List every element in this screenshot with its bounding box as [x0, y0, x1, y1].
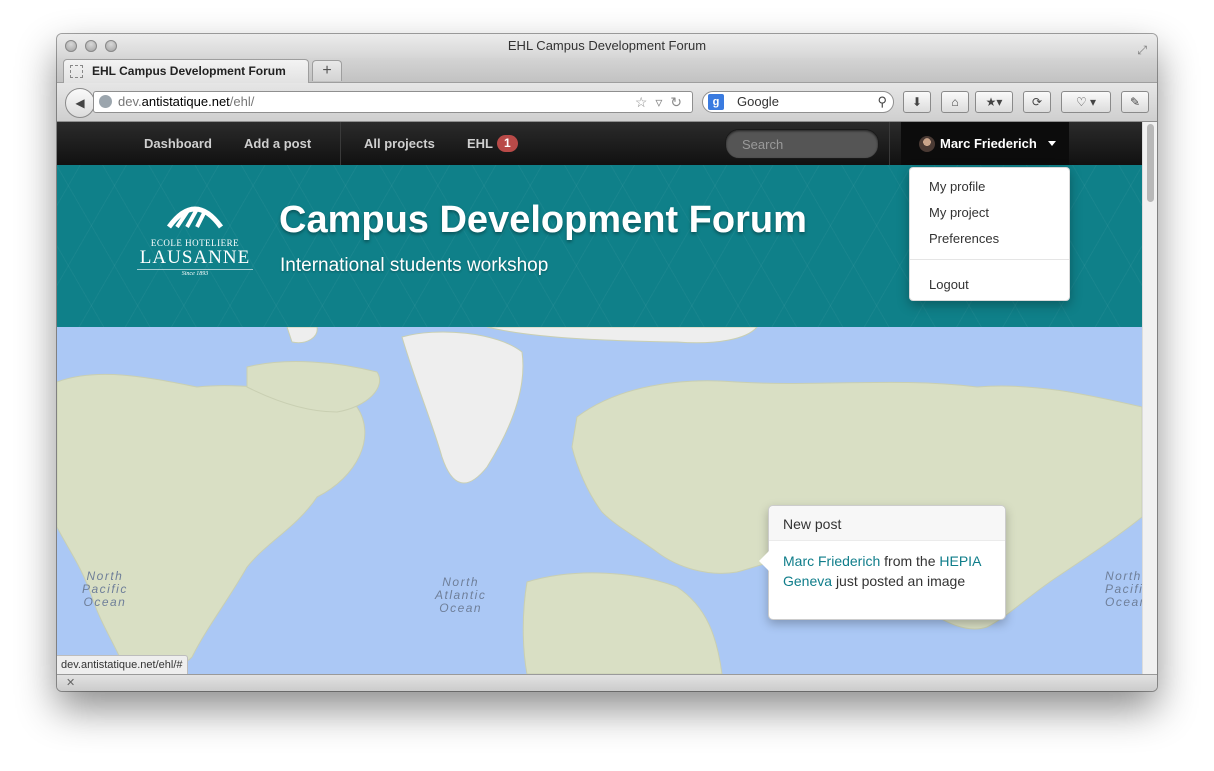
- title-bar: EHL Campus Development Forum ⤢: [57, 34, 1157, 58]
- browser-toolbar: ◀ dev.antistatique.net/ehl/ ☆ ▿ ↻ g Goog…: [57, 83, 1157, 122]
- user-dropdown-menu: My profile My project Preferences Logout: [909, 167, 1070, 301]
- site-navbar: Dashboard Add a post All projects EHL 1 …: [57, 122, 1142, 165]
- scrollbar-thumb[interactable]: [1147, 124, 1154, 202]
- sync-icon[interactable]: ⟳: [1023, 91, 1051, 113]
- web-page: ECOLE HOTELIERE LAUSANNE Since 1893 Camp…: [57, 122, 1142, 674]
- page-subtitle: International students workshop: [280, 255, 549, 276]
- ocean-label-north-pacific-east: NorthPacificOcean: [1105, 569, 1142, 609]
- nav-add-post[interactable]: Add a post: [244, 122, 311, 165]
- nav-divider: [340, 122, 341, 165]
- ehl-logo[interactable]: ECOLE HOTELIERE LAUSANNE Since 1893: [137, 199, 253, 277]
- new-tab-button[interactable]: +: [312, 60, 342, 81]
- menu-item-my-project[interactable]: My project: [929, 205, 989, 220]
- browser-window: EHL Campus Development Forum ⤢ EHL Campu…: [57, 34, 1157, 691]
- browser-status-bar: ✕: [57, 674, 1157, 691]
- url-text: dev.antistatique.net/ehl/: [118, 94, 255, 109]
- nav-ehl[interactable]: EHL: [467, 122, 493, 165]
- nav-dashboard[interactable]: Dashboard: [144, 122, 212, 165]
- google-icon[interactable]: g: [708, 94, 724, 110]
- site-search: [725, 129, 879, 159]
- ocean-label-north-pacific-west: North Pacific Ocean: [82, 569, 128, 609]
- nav-divider: [889, 122, 890, 165]
- page-title: Campus Development Forum: [279, 199, 807, 241]
- status-url-tooltip: dev.antistatique.net/ehl/#: [57, 655, 188, 674]
- window-title: EHL Campus Development Forum: [507, 38, 707, 53]
- url-bar[interactable]: dev.antistatique.net/ehl/ ☆ ▿ ↻: [93, 91, 693, 113]
- menu-item-my-profile[interactable]: My profile: [929, 179, 985, 194]
- close-addon-bar-icon[interactable]: ✕: [66, 676, 75, 689]
- logo-since-text: Since 1893: [137, 269, 253, 277]
- map-land-shapes: [57, 326, 1142, 674]
- world-map[interactable]: North Pacific Ocean North Atlantic Ocean Nor…: [57, 326, 1142, 674]
- search-icon[interactable]: ⚲: [877, 92, 887, 112]
- logo-arches-icon: [166, 206, 224, 229]
- downloads-icon[interactable]: ⬇: [903, 91, 931, 113]
- bookmark-star-icon[interactable]: ☆ ▿ ↻: [635, 92, 684, 112]
- pocket-icon[interactable]: ♡ ▾: [1061, 91, 1111, 113]
- home-icon[interactable]: ⌂: [941, 91, 969, 113]
- ocean-label-north-atlantic: North Atlantic Ocean: [435, 575, 487, 615]
- wrench-icon[interactable]: ✎: [1121, 91, 1149, 113]
- tab-campus-forum[interactable]: EHL Campus Development Forum: [63, 59, 309, 83]
- minimize-window-button[interactable]: [85, 40, 97, 52]
- close-window-button[interactable]: [65, 40, 77, 52]
- logo-name-text: LAUSANNE: [139, 247, 251, 268]
- menu-divider: [910, 259, 1069, 260]
- favicon-placeholder-icon: [70, 65, 83, 78]
- popover-author-link[interactable]: Marc Friederich: [783, 553, 880, 569]
- popover-body: Marc Friederich from the HEPIA Geneva ju…: [783, 553, 981, 589]
- notification-badge[interactable]: 1: [497, 135, 518, 152]
- back-button[interactable]: ◀: [65, 88, 95, 118]
- caret-down-icon: [1048, 141, 1056, 146]
- menu-item-logout[interactable]: Logout: [929, 277, 969, 292]
- popover-arrow: [759, 551, 769, 571]
- new-post-popover: New post Marc Friederich from the HEPIA …: [759, 505, 1006, 620]
- bookmarks-menu-icon[interactable]: ★▾: [975, 91, 1013, 113]
- zoom-window-button[interactable]: [105, 40, 117, 52]
- nav-all-projects[interactable]: All projects: [364, 122, 435, 165]
- avatar: [919, 136, 935, 152]
- tab-title: EHL Campus Development Forum: [92, 64, 286, 78]
- tab-strip: EHL Campus Development Forum +: [57, 58, 1157, 83]
- popover-title: New post: [769, 506, 1005, 541]
- page-scrollbar[interactable]: [1142, 122, 1157, 674]
- browser-search-bar[interactable]: g Google ⚲: [702, 91, 894, 113]
- globe-icon: [99, 95, 112, 108]
- menu-item-preferences[interactable]: Preferences: [929, 231, 999, 246]
- user-menu-toggle[interactable]: Marc Friederich: [901, 122, 1069, 165]
- user-name: Marc Friederich: [940, 136, 1037, 151]
- search-engine-placeholder: Google: [737, 94, 779, 109]
- site-search-input[interactable]: [740, 136, 870, 153]
